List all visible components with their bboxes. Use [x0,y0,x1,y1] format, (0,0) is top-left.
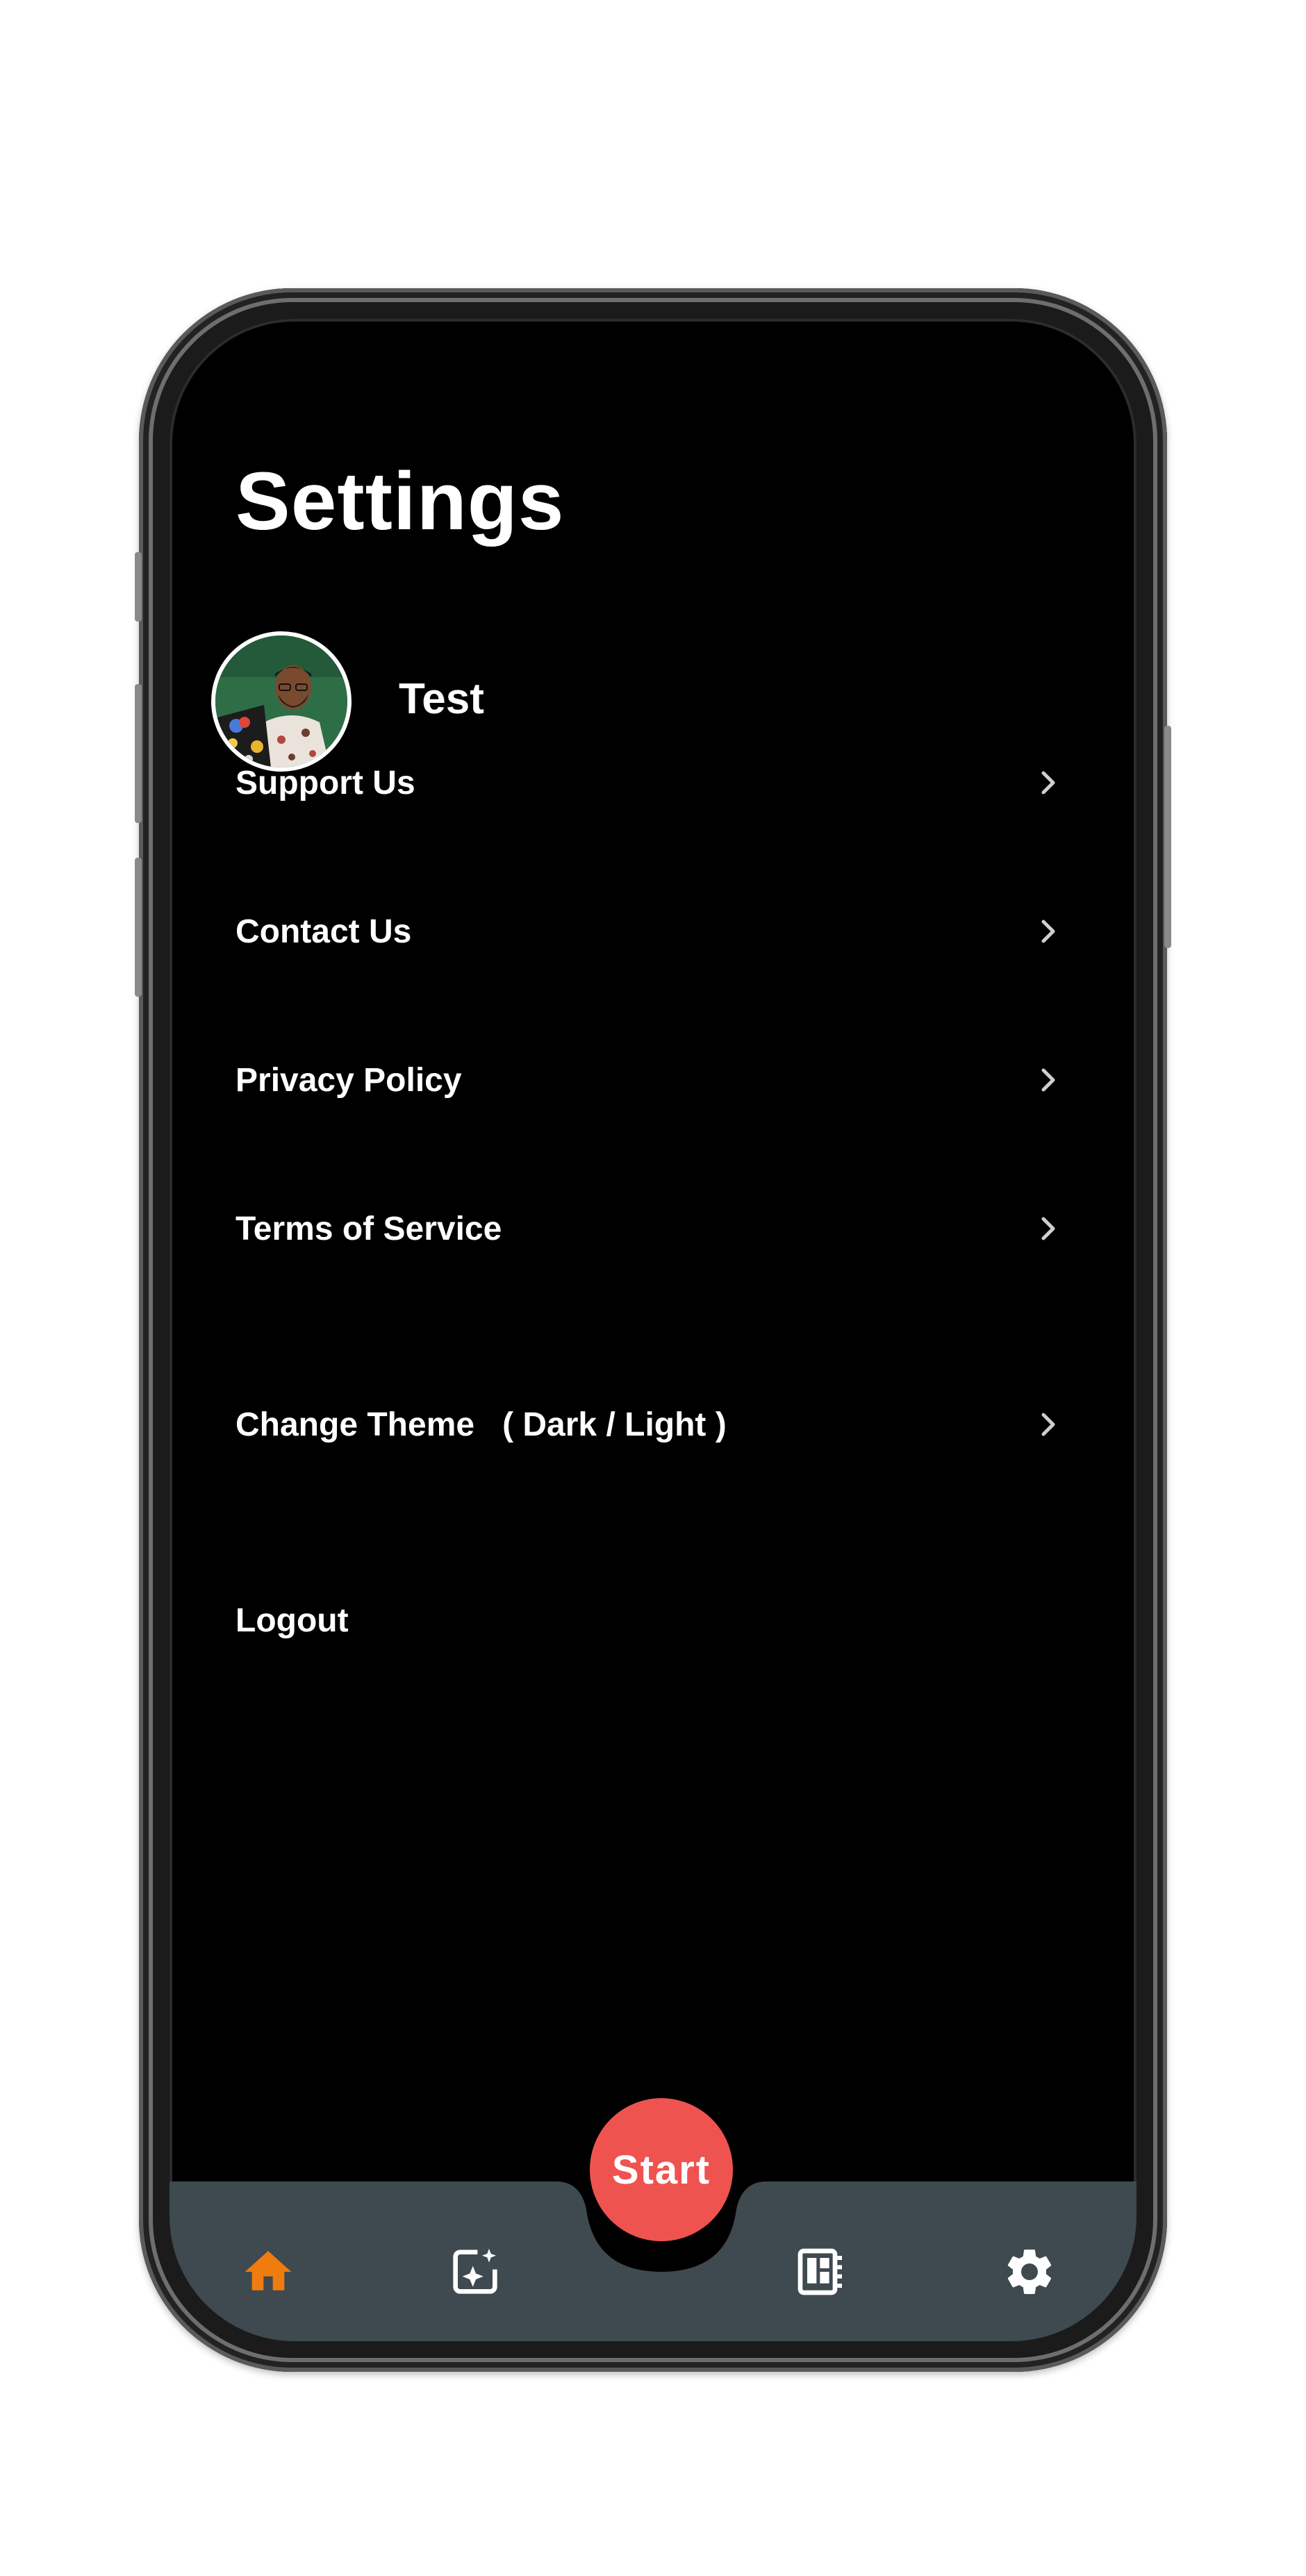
chevron-right-icon [1041,771,1055,795]
dashboard-icon [797,2248,842,2295]
page-title: Settings [235,456,565,547]
menu-item-label: Support Us [235,764,415,801]
chevron-right-icon [1041,1068,1055,1092]
menu-item-label: Change Theme ( Dark / Light ) [235,1406,727,1443]
volume-up-button [135,684,142,823]
nav-dashboard[interactable] [793,2244,849,2300]
phone-frame: Settings Test Support Us Contact Us Priv… [135,288,1171,2372]
menu-item-label: Contact Us [235,913,412,950]
chevron-right-icon [1041,920,1055,943]
nav-ai-edit[interactable] [447,2244,503,2300]
chevron-right-icon [1041,1217,1055,1240]
menu-item-terms-of-service[interactable]: Terms of Service [235,1187,1062,1270]
menu-item-contact-us[interactable]: Contact Us [235,890,1062,973]
chevron-right-icon [1041,1413,1055,1436]
menu-item-label: Terms of Service [235,1210,502,1247]
settings-icon [1007,2250,1052,2294]
menu-item-support-us[interactable]: Support Us [235,741,1062,824]
start-button[interactable]: Start [590,2098,733,2241]
power-button [1164,726,1171,948]
nav-home[interactable] [240,2244,296,2300]
volume-down-button [135,858,142,997]
bottom-navigation: Start [170,2098,1136,2341]
ai-edit-icon [453,2248,497,2294]
home-icon [245,2251,292,2291]
logout-button[interactable]: Logout [235,1579,1062,1662]
menu-item-label: Privacy Policy [235,1061,462,1099]
menu-item-privacy-policy[interactable]: Privacy Policy [235,1038,1062,1122]
menu-item-label: Logout [235,1602,349,1639]
nav-settings[interactable] [1002,2244,1057,2300]
mute-switch [135,552,142,622]
menu-item-change-theme[interactable]: Change Theme ( Dark / Light ) [235,1383,1062,1466]
profile-name: Test [399,675,484,723]
screen: Settings Test Support Us Contact Us Priv… [170,319,1136,2341]
